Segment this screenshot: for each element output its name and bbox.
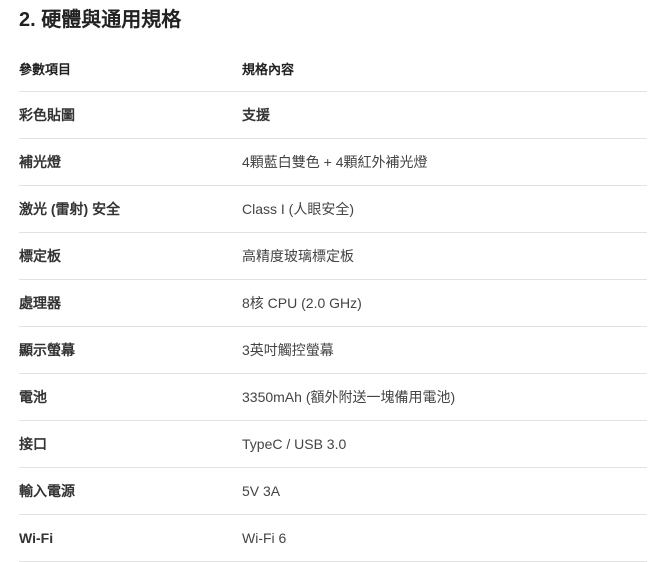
header-specification: 規格內容	[242, 49, 647, 92]
row-item: Wi-Fi	[19, 514, 242, 562]
table-row: 電池 3350mAh (額外附送一塊備用電池)	[19, 373, 647, 421]
spec-table: 參數項目 規格內容 彩色貼圖 支援 補光燈 4顆藍白雙色 + 4顆紅外補光燈 激…	[19, 49, 647, 562]
row-value: 8核 CPU (2.0 GHz)	[242, 279, 647, 327]
row-value: 支援	[242, 91, 647, 139]
row-item: 電池	[19, 373, 242, 421]
table-row: 彩色貼圖 支援	[19, 91, 647, 139]
table-row: Wi-Fi Wi-Fi 6	[19, 514, 647, 562]
row-item: 標定板	[19, 232, 242, 280]
table-header: 參數項目 規格內容	[19, 49, 647, 92]
table-row: 激光 (雷射) 安全 Class I (人眼安全)	[19, 185, 647, 233]
table-row: 接口 TypeC / USB 3.0	[19, 420, 647, 468]
table-row: 補光燈 4顆藍白雙色 + 4顆紅外補光燈	[19, 138, 647, 186]
table-row: 標定板 高精度玻璃標定板	[19, 232, 647, 280]
row-item: 輸入電源	[19, 467, 242, 515]
row-value: 4顆藍白雙色 + 4顆紅外補光燈	[242, 138, 647, 186]
row-item: 接口	[19, 420, 242, 468]
table-body: 彩色貼圖 支援 補光燈 4顆藍白雙色 + 4顆紅外補光燈 激光 (雷射) 安全 …	[19, 91, 647, 562]
table-row: 顯示螢幕 3英吋觸控螢幕	[19, 326, 647, 374]
header-row: 參數項目 規格內容	[19, 49, 647, 92]
row-item: 補光燈	[19, 138, 242, 186]
row-value: Wi-Fi 6	[242, 514, 647, 562]
row-item: 激光 (雷射) 安全	[19, 185, 242, 233]
table-row: 處理器 8核 CPU (2.0 GHz)	[19, 279, 647, 327]
header-parameter: 參數項目	[19, 49, 242, 92]
row-value: 5V 3A	[242, 467, 647, 515]
row-value: 3英吋觸控螢幕	[242, 326, 647, 374]
row-value: 3350mAh (額外附送一塊備用電池)	[242, 373, 647, 421]
row-value: TypeC / USB 3.0	[242, 420, 647, 468]
row-item: 彩色貼圖	[19, 91, 242, 139]
row-value: Class I (人眼安全)	[242, 185, 647, 233]
table-row: 輸入電源 5V 3A	[19, 467, 647, 515]
row-item: 處理器	[19, 279, 242, 327]
section-title: 2. 硬體與通用規格	[19, 9, 182, 31]
row-item: 顯示螢幕	[19, 326, 242, 374]
row-value: 高精度玻璃標定板	[242, 232, 647, 280]
